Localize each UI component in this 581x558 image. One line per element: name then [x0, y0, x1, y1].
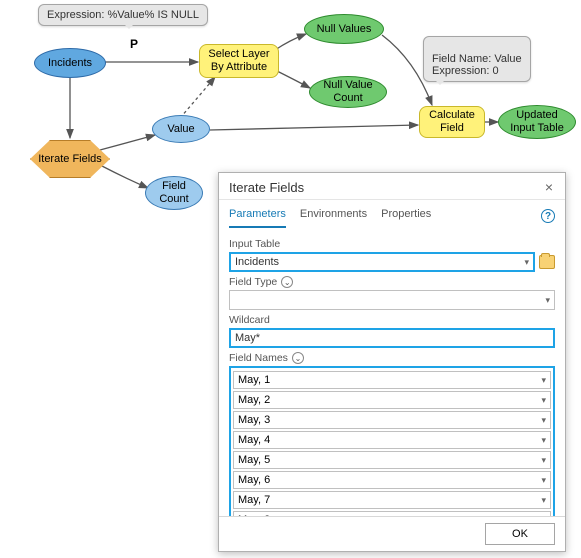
node-value-label: Value — [167, 123, 194, 136]
field-name-text: May, 3 — [238, 414, 270, 426]
chevron-down-icon: ▾ — [541, 435, 546, 446]
label-field-names: Field Names ⌄ — [229, 352, 555, 364]
field-name-text: May, 4 — [238, 434, 270, 446]
field-name-text: May, 7 — [238, 494, 270, 506]
node-incidents-label: Incidents — [48, 57, 92, 70]
chevron-down-icon: ▾ — [541, 415, 546, 426]
dialog-title-text: Iterate Fields — [229, 180, 304, 195]
label-field-type: Field Type ⌄ — [229, 276, 555, 288]
node-null-values-label: Null Values — [317, 23, 372, 36]
field-name-row[interactable]: May, 7 ▾ — [233, 491, 551, 509]
field-type-dropdown[interactable]: ▾ — [229, 290, 555, 310]
label-wildcard: Wildcard — [229, 314, 555, 326]
field-name-row[interactable]: May, 4 ▾ — [233, 431, 551, 449]
expand-icon[interactable]: ⌄ — [292, 352, 304, 364]
field-name-row[interactable]: May, 2 ▾ — [233, 391, 551, 409]
label-field-names-text: Field Names — [229, 352, 288, 364]
node-updated-input-label: Updated Input Table — [510, 109, 564, 134]
node-updated-input[interactable]: Updated Input Table — [498, 105, 576, 139]
node-select-layer[interactable]: Select Layer By Attribute — [199, 44, 279, 78]
node-null-value-count[interactable]: Null Value Count — [309, 76, 387, 108]
dialog-tabs: Parameters Environments Properties ? — [219, 200, 565, 228]
expand-icon[interactable]: ⌄ — [281, 276, 293, 288]
field-name-text: May, 2 — [238, 394, 270, 406]
chevron-down-icon: ▾ — [541, 395, 546, 406]
chevron-down-icon: ▾ — [524, 257, 529, 268]
close-icon[interactable]: × — [541, 179, 557, 195]
node-incidents[interactable]: Incidents — [34, 48, 106, 78]
chevron-down-icon: ▾ — [541, 455, 546, 466]
node-field-count[interactable]: Field Count — [145, 176, 203, 210]
node-null-values[interactable]: Null Values — [304, 14, 384, 44]
chevron-down-icon: ▾ — [541, 375, 546, 386]
node-iterate-fields-label: Iterate Fields — [38, 153, 102, 166]
browse-folder-icon[interactable] — [539, 255, 555, 269]
dialog-body: Input Table Incidents ▾ Field Type ⌄ ▾ W… — [219, 228, 565, 516]
node-select-layer-label: Select Layer By Attribute — [208, 48, 269, 73]
node-field-count-label: Field Count — [159, 180, 188, 205]
wildcard-input[interactable]: May* — [229, 328, 555, 348]
chevron-down-icon: ▾ — [541, 495, 546, 506]
chevron-down-icon: ▾ — [545, 295, 550, 306]
field-name-row[interactable]: May, 3 ▾ — [233, 411, 551, 429]
parameter-flag: P — [130, 37, 138, 51]
dialog-titlebar: Iterate Fields × — [219, 173, 565, 200]
callout-calcfield-text: Field Name: Value Expression: 0 — [432, 53, 522, 77]
node-value[interactable]: Value — [152, 115, 210, 143]
field-name-row[interactable]: May, 1 ▾ — [233, 371, 551, 389]
node-calculate-field[interactable]: Calculate Field — [419, 106, 485, 138]
label-field-type-text: Field Type — [229, 276, 277, 288]
ok-button[interactable]: OK — [485, 523, 555, 545]
field-name-text: May, 5 — [238, 454, 270, 466]
field-name-text: May, 1 — [238, 374, 270, 386]
field-name-row[interactable]: May, 6 ▾ — [233, 471, 551, 489]
node-null-value-count-label: Null Value Count — [323, 79, 372, 104]
dialog-footer: OK — [219, 516, 565, 551]
tab-environments[interactable]: Environments — [300, 204, 367, 228]
field-names-list: May, 1▾May, 2▾May, 3▾May, 4▾May, 5▾May, … — [229, 366, 555, 516]
callout-expression-text: Expression: %Value% IS NULL — [47, 9, 199, 21]
node-calculate-field-label: Calculate Field — [429, 109, 475, 134]
callout-calcfield: Field Name: Value Expression: 0 — [423, 36, 531, 82]
tab-properties[interactable]: Properties — [381, 204, 431, 228]
label-input-table: Input Table — [229, 238, 555, 250]
field-name-text: May, 6 — [238, 474, 270, 486]
field-name-row[interactable]: May, 5 ▾ — [233, 451, 551, 469]
input-table-value: Incidents — [235, 256, 279, 268]
input-table-dropdown[interactable]: Incidents ▾ — [229, 252, 535, 272]
callout-expression: Expression: %Value% IS NULL — [38, 4, 208, 26]
help-icon[interactable]: ? — [541, 209, 555, 223]
tab-parameters[interactable]: Parameters — [229, 204, 286, 228]
chevron-down-icon: ▾ — [541, 475, 546, 486]
dialog-iterate-fields: Iterate Fields × Parameters Environments… — [218, 172, 566, 552]
wildcard-value: May* — [235, 332, 260, 344]
